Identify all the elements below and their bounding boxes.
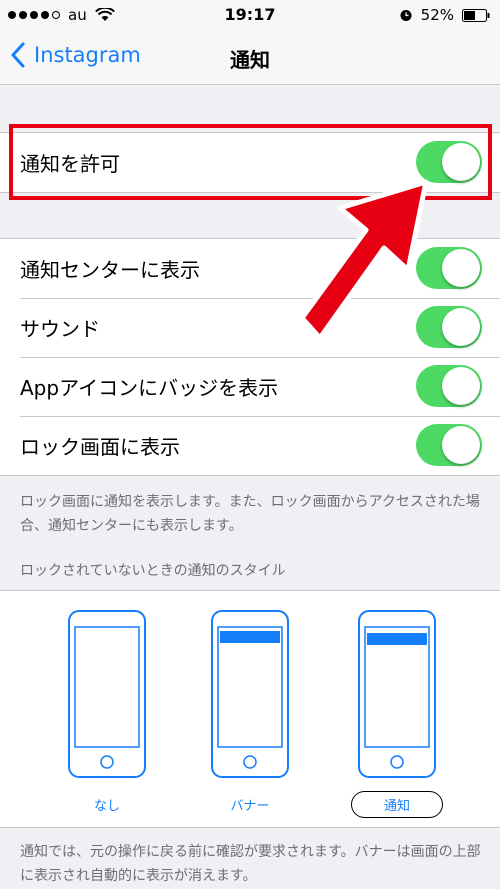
battery-percent: 52% — [420, 6, 454, 24]
status-right: 52% — [399, 6, 490, 24]
notification-style-group: なし バナー 通知 — [0, 590, 500, 828]
settings-row-badge: Appアイコンにバッジを表示 — [0, 357, 500, 416]
toggle-knob — [442, 367, 480, 405]
settings-row-lock-screen: ロック画面に表示 — [0, 416, 500, 475]
settings-row-label: ロック画面に表示 — [20, 435, 180, 459]
settings-row-label: Appアイコンにバッジを表示 — [20, 376, 279, 400]
style-option-alert[interactable]: 通知 — [332, 609, 462, 818]
style-option-banner[interactable]: バナー — [185, 609, 315, 818]
lock-screen-footnote: ロック画面に通知を表示します。また、ロック画面からアクセスされた場合、通知センタ… — [20, 494, 480, 534]
toggle-knob — [442, 249, 480, 287]
settings-row-label: サウンド — [20, 317, 100, 341]
page-title: 通知 — [230, 48, 270, 72]
battery-icon — [462, 8, 490, 22]
toggle-knob — [442, 426, 480, 464]
style-option-none[interactable]: なし — [42, 609, 172, 818]
style-option-label: 通知 — [350, 791, 443, 818]
style-option-label: なし — [93, 799, 120, 814]
style-option-label: バナー — [230, 799, 270, 814]
style-section-header: ロックされていないときの通知のスタイル — [20, 563, 286, 579]
badge-toggle[interactable] — [416, 365, 482, 407]
phone-none-icon — [68, 610, 146, 778]
red-arrow-annotation — [299, 179, 429, 341]
phone-alert-icon — [358, 610, 436, 778]
navigation-bar: Instagram 通知 — [0, 30, 500, 85]
settings-row-label: 通知センターに表示 — [20, 258, 200, 282]
lock-screen-toggle[interactable] — [416, 424, 482, 466]
toggle-knob — [442, 308, 480, 346]
style-footnote: 通知では、元の操作に戻る前に確認が要求されます。バナーは画面の上部に表示され自動… — [20, 844, 481, 884]
status-bar: au 19:17 52% — [0, 0, 500, 30]
phone-banner-icon — [211, 610, 289, 778]
alarm-clock-icon — [400, 10, 412, 21]
